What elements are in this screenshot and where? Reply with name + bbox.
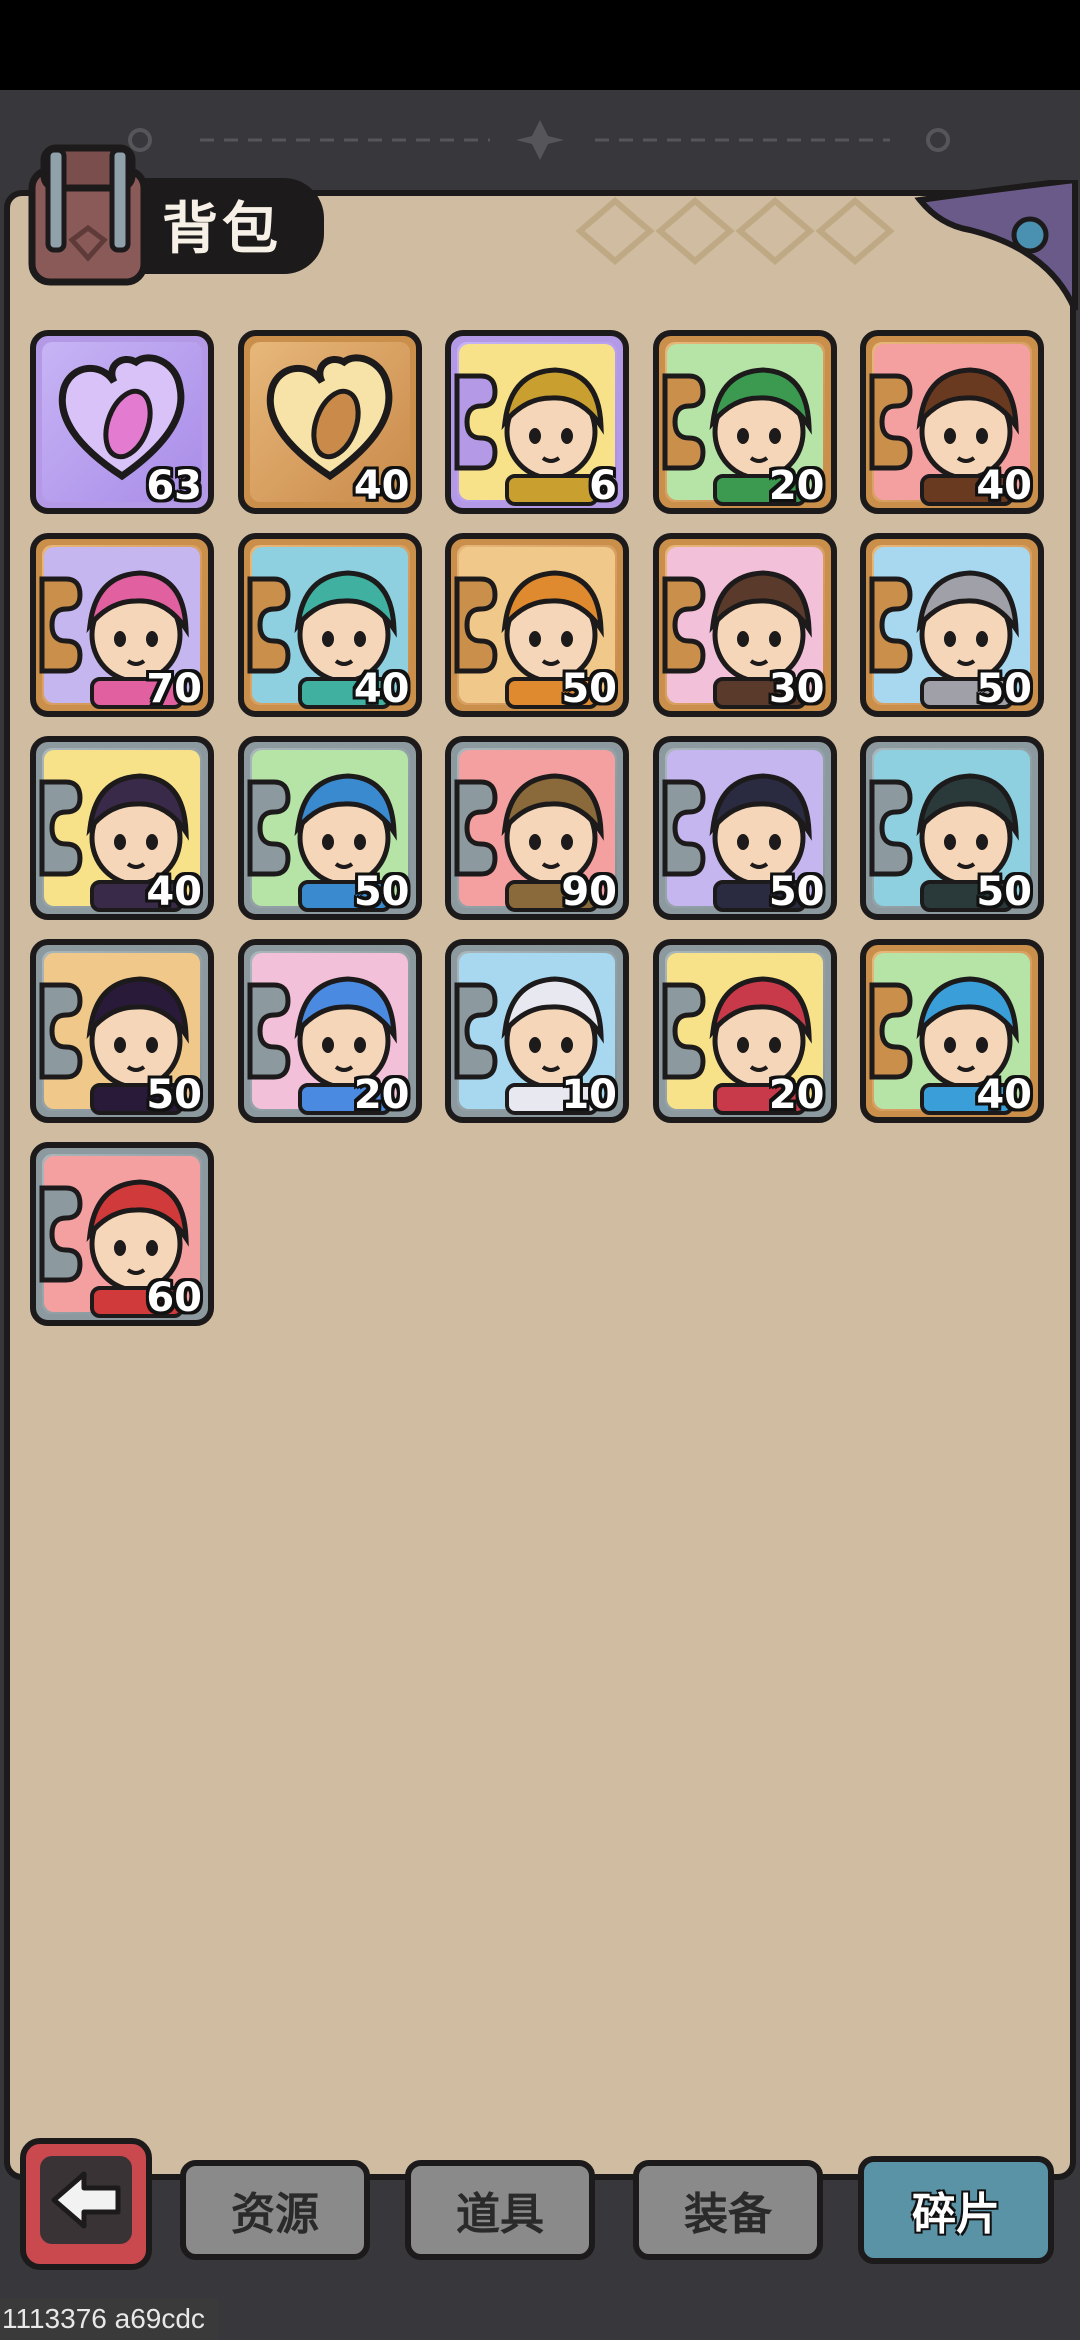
inventory-item-hero-shard-blue-braid-girl[interactable]: 20 <box>652 939 837 1123</box>
item-count: 50 <box>976 869 1032 915</box>
item-count: 50 <box>353 869 410 915</box>
page-title: 背包 <box>162 197 282 262</box>
inventory-item-hero-shard-purple-hair-assassin[interactable]: 50 <box>30 939 214 1123</box>
item-count: 50 <box>146 1072 202 1118</box>
tab-equipment[interactable]: 装备 <box>633 2160 823 2260</box>
item-count: 6 <box>589 463 617 509</box>
item-count: 60 <box>146 1275 202 1321</box>
inventory-item-hero-shard-green-crown-mage[interactable]: 30 <box>652 533 837 717</box>
backpack-icon <box>28 144 148 286</box>
inventory-item-hero-shard-wood-golem[interactable]: 50 <box>860 736 1044 920</box>
back-button[interactable] <box>20 2138 152 2270</box>
inventory-item-hero-shard-gold-helmet-knight[interactable]: 40 <box>860 330 1044 514</box>
inventory-item-hero-shard-purple-ponytail-fighter[interactable]: 10 <box>445 939 629 1123</box>
inventory-item-hero-shard-red-hair-princess[interactable]: 60 <box>30 1142 214 1326</box>
inventory-item-hero-shard-red-hair-monocle[interactable]: 20 <box>652 330 837 514</box>
item-count: 70 <box>146 666 202 712</box>
inventory-item-hero-shard-dark-hair-swordsman[interactable]: 20 <box>237 939 422 1123</box>
inventory-item-hero-shard-blue-hair-archer[interactable]: 6 <box>445 330 629 514</box>
item-count: 50 <box>561 666 617 712</box>
item-count: 20 <box>768 463 825 509</box>
item-count: 50 <box>768 869 825 915</box>
inventory-item-hero-shard-braided-fighter[interactable]: 40 <box>237 533 422 717</box>
inventory-item-hero-shard-bearded-brawler[interactable]: 40 <box>30 736 214 920</box>
bag-header: 背包 <box>14 140 324 288</box>
inventory-item-gold-heart-crystal-icon[interactable]: 40 <box>237 330 422 514</box>
tab-props[interactable]: 道具 <box>405 2160 595 2260</box>
inventory-item-hero-shard-blue-dragon[interactable]: 50 <box>652 736 837 920</box>
build-id-label: 1113376 a69cdc <box>0 2298 218 2340</box>
inventory-item-hero-shard-green-hair-warrior[interactable]: 70 <box>30 533 214 717</box>
item-count: 90 <box>561 869 617 915</box>
item-count: 10 <box>561 1072 617 1118</box>
inventory-item-purple-heart-crystal-icon[interactable]: 63 <box>30 330 214 514</box>
inventory-item-hero-shard-bearded-warrior[interactable]: 50 <box>860 533 1044 717</box>
item-count: 40 <box>976 463 1032 509</box>
item-count: 30 <box>768 666 825 712</box>
item-count: 63 <box>146 463 202 509</box>
item-count: 40 <box>353 463 410 509</box>
item-count: 40 <box>976 1072 1032 1118</box>
status-bar <box>0 0 1080 90</box>
back-button-inner <box>40 2156 132 2244</box>
item-count: 20 <box>768 1072 825 1118</box>
item-count: 40 <box>353 666 410 712</box>
item-count: 50 <box>976 666 1032 712</box>
inventory-item-hero-shard-pink-hair-gunner[interactable]: 50 <box>445 533 629 717</box>
inventory-item-hero-shard-white-hair-goggles[interactable]: 40 <box>860 939 1044 1123</box>
tab-shards[interactable]: 碎片 <box>858 2156 1054 2264</box>
item-count: 20 <box>353 1072 410 1118</box>
tab-resources[interactable]: 资源 <box>180 2160 370 2260</box>
inventory-item-hero-shard-iron-helmet-knight[interactable]: 50 <box>237 736 422 920</box>
inventory-item-hero-shard-dark-beard-shaman[interactable]: 90 <box>445 736 629 920</box>
item-count: 40 <box>146 869 202 915</box>
back-arrow-icon <box>51 2171 121 2229</box>
corner-ornament-icon <box>914 180 1078 312</box>
